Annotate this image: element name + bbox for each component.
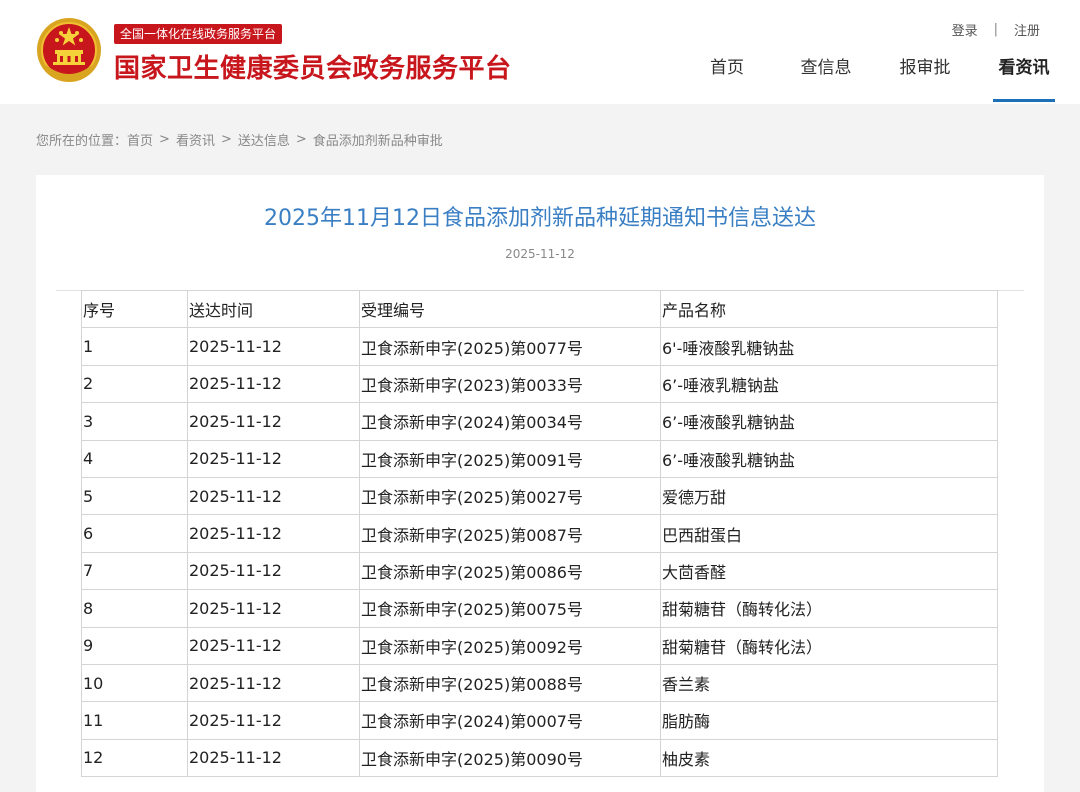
table-row: 1 2025-11-12 卫食添新申字(2025)第0077号 6'-唾液酸乳糖… <box>81 327 998 366</box>
cell-acceptance-number: 卫食添新申字(2025)第0092号 <box>359 626 661 665</box>
table-row: 5 2025-11-12 卫食添新申字(2025)第0027号 爱德万甜 <box>81 476 998 516</box>
login-link[interactable]: 登录 <box>952 20 978 39</box>
cell-acceptance-number: 卫食添新申字(2025)第0090号 <box>359 738 661 778</box>
breadcrumb-arrow: > <box>220 132 232 147</box>
table-row: 4 2025-11-12 卫食添新申字(2025)第0091号 6’-唾液酸乳糖… <box>81 439 998 478</box>
auth-links: 登录 | 注册 <box>952 20 1040 39</box>
table-row: 3 2025-11-12 卫食添新申字(2024)第0034号 6’-唾液酸乳糖… <box>81 402 998 441</box>
cell-acceptance-number: 卫食添新申字(2025)第0088号 <box>359 663 661 703</box>
cell-index: 3 <box>81 402 188 441</box>
table-row: 7 2025-11-12 卫食添新申字(2025)第0086号 大茴香醛 <box>81 551 998 591</box>
breadcrumb-prefix: 您所在的位置： <box>36 134 128 149</box>
table-row: 2 2025-11-12 卫食添新申字(2023)第0033号 6’-唾液乳糖钠… <box>81 364 998 404</box>
platform-badge: 全国一体化在线政务服务平台 <box>114 24 283 44</box>
table-row: 11 2025-11-12 卫食添新申字(2024)第0007号 脂肪酶 <box>81 701 998 740</box>
cell-product-name: 6’-唾液酸乳糖钠盐 <box>660 439 998 478</box>
cell-acceptance-number: 卫食添新申字(2025)第0075号 <box>359 589 661 628</box>
cell-acceptance-number: 卫食添新申字(2024)第0007号 <box>359 701 661 740</box>
table-row: 6 2025-11-12 卫食添新申字(2025)第0087号 巴西甜蛋白 <box>81 514 998 553</box>
cell-delivery-time: 2025-11-12 <box>187 364 360 404</box>
cell-delivery-time: 2025-11-12 <box>187 589 360 628</box>
cell-index: 8 <box>81 589 188 628</box>
nav-news[interactable]: 看资讯 <box>983 56 1065 104</box>
breadcrumb-delivery-info[interactable]: 送达信息 <box>238 130 290 149</box>
breadcrumb: 您所在的位置： 首页 > 看资讯 > 送达信息 > 食品添加剂新品种审批 <box>36 130 443 149</box>
cell-product-name: 6’-唾液乳糖钠盐 <box>660 364 998 404</box>
nav-home[interactable]: 首页 <box>686 56 768 104</box>
register-link[interactable]: 注册 <box>1014 20 1040 39</box>
nav-apply-approval[interactable]: 报审批 <box>884 56 966 104</box>
column-header-product-name: 产品名称 <box>660 289 998 329</box>
article-card: 2025年11月12日食品添加剂新品种延期通知书信息送达 2025-11-12 … <box>36 175 1044 792</box>
cell-index: 4 <box>81 439 188 478</box>
cell-acceptance-number: 卫食添新申字(2023)第0033号 <box>359 364 661 404</box>
cell-acceptance-number: 卫食添新申字(2025)第0086号 <box>359 551 661 591</box>
table-body: 1 2025-11-12 卫食添新申字(2025)第0077号 6'-唾液酸乳糖… <box>81 327 998 778</box>
cell-delivery-time: 2025-11-12 <box>187 514 360 553</box>
cell-index: 2 <box>81 364 188 404</box>
cell-index: 11 <box>81 701 188 740</box>
cell-index: 5 <box>81 476 188 516</box>
table-row: 10 2025-11-12 卫食添新申字(2025)第0088号 香兰素 <box>81 663 998 703</box>
breadcrumb-arrow: > <box>295 132 307 147</box>
cell-acceptance-number: 卫食添新申字(2025)第0077号 <box>359 327 661 366</box>
article-date: 2025-11-12 <box>505 247 575 261</box>
cell-acceptance-number: 卫食添新申字(2025)第0091号 <box>359 439 661 478</box>
column-header-acceptance-number: 受理编号 <box>359 289 661 329</box>
breadcrumb-home[interactable]: 首页 <box>127 130 153 149</box>
cell-index: 6 <box>81 514 188 553</box>
breadcrumb-arrow: > <box>159 132 170 147</box>
cell-delivery-time: 2025-11-12 <box>187 476 360 516</box>
cell-index: 10 <box>81 663 188 703</box>
cell-delivery-time: 2025-11-12 <box>187 551 360 591</box>
cell-acceptance-number: 卫食添新申字(2025)第0027号 <box>359 476 661 516</box>
cell-product-name: 脂肪酶 <box>660 701 998 740</box>
site-header: 全国一体化在线政务服务平台 国家卫生健康委员会政务服务平台 登录 | 注册 首页… <box>0 0 1080 104</box>
cell-product-name: 6’-唾液酸乳糖钠盐 <box>660 402 998 441</box>
cell-product-name: 巴西甜蛋白 <box>660 514 998 553</box>
cell-acceptance-number: 卫食添新申字(2024)第0034号 <box>359 402 661 441</box>
cell-product-name: 甜菊糖苷（酶转化法） <box>660 589 998 628</box>
national-emblem-icon[interactable] <box>36 17 102 83</box>
cell-product-name: 甜菊糖苷（酶转化法） <box>660 626 998 665</box>
cell-product-name: 香兰素 <box>660 663 998 703</box>
column-header-index: 序号 <box>81 289 188 329</box>
cell-product-name: 柚皮素 <box>660 738 998 778</box>
cell-product-name: 大茴香醛 <box>660 551 998 591</box>
article-title: 2025年11月12日食品添加剂新品种延期通知书信息送达 <box>264 206 816 231</box>
nav-query-info[interactable]: 查信息 <box>785 56 867 104</box>
breadcrumb-news[interactable]: 看资讯 <box>176 130 215 149</box>
breadcrumb-current[interactable]: 食品添加剂新品种审批 <box>313 130 443 149</box>
cell-acceptance-number: 卫食添新申字(2025)第0087号 <box>359 514 661 553</box>
cell-index: 9 <box>81 626 188 665</box>
cell-delivery-time: 2025-11-12 <box>187 701 360 740</box>
cell-delivery-time: 2025-11-12 <box>187 402 360 441</box>
auth-separator: | <box>993 22 998 37</box>
cell-delivery-time: 2025-11-12 <box>187 738 360 778</box>
table-row: 12 2025-11-12 卫食添新申字(2025)第0090号 柚皮素 <box>81 738 998 778</box>
table-row: 8 2025-11-12 卫食添新申字(2025)第0075号 甜菊糖苷（酶转化… <box>81 589 998 628</box>
cell-delivery-time: 2025-11-12 <box>187 327 360 366</box>
cell-product-name: 爱德万甜 <box>660 476 998 516</box>
cell-delivery-time: 2025-11-12 <box>187 439 360 478</box>
site-title[interactable]: 国家卫生健康委员会政务服务平台 <box>114 52 512 86</box>
delivery-table: 序号 送达时间 受理编号 产品名称 1 2025-11-12 卫食添新申字(20… <box>81 289 998 778</box>
table-header-row: 序号 送达时间 受理编号 产品名称 <box>81 289 998 329</box>
cell-delivery-time: 2025-11-12 <box>187 626 360 665</box>
cell-index: 1 <box>81 327 188 366</box>
main-nav: 首页 查信息 报审批 看资讯 <box>686 56 1080 104</box>
cell-product-name: 6'-唾液酸乳糖钠盐 <box>660 327 998 366</box>
column-header-delivery-time: 送达时间 <box>187 289 360 329</box>
table-row: 9 2025-11-12 卫食添新申字(2025)第0092号 甜菊糖苷（酶转化… <box>81 626 998 665</box>
cell-index: 12 <box>81 738 188 778</box>
cell-index: 7 <box>81 551 188 591</box>
cell-delivery-time: 2025-11-12 <box>187 663 360 703</box>
